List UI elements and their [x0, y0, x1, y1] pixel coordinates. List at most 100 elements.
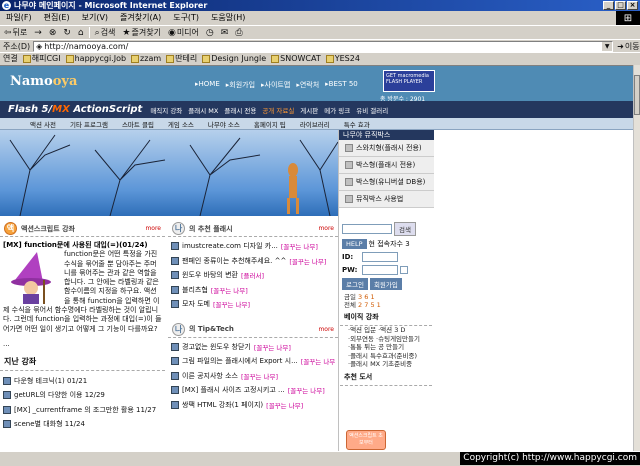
link-item[interactable]: 해피CGI — [22, 53, 61, 64]
book-promo[interactable]: 액션스크립트 초보부터 — [346, 430, 386, 450]
nav-sitemap[interactable]: ▸사이트맵 — [261, 80, 290, 90]
music-box-item[interactable]: 박스형(유니버셜 DB용) — [339, 174, 434, 191]
list-item[interactable]: imustcreate.com 디자일 카... [꼴꾸는 나무] — [171, 239, 335, 254]
music-box-item[interactable]: 뮤직박스 사용법 — [339, 191, 434, 208]
list-item[interactable]: scene별 대화형 11/24 — [3, 417, 162, 432]
favorites-button[interactable]: ★ 즐겨찾기 — [120, 27, 163, 39]
nav-join[interactable]: ▸회원가입 — [226, 80, 255, 90]
list-item[interactable]: 다운형 테크닉(1) 01/21 — [3, 373, 162, 388]
window-title: 나무야 메인페이지 - Microsoft Internet Explorer — [14, 1, 208, 10]
recommend-column: 나 의 추천 플래시 more imustcreate.com 디자일 카...… — [168, 221, 338, 451]
music-box-item[interactable]: 스와치형(플래시 전용) — [339, 140, 434, 157]
list-item[interactable]: [MX] _currentframe 의 조그만한 활용 11/27 — [3, 402, 162, 417]
list-item[interactable]: 모자 도메 [꼴꾸는 나무] — [171, 297, 335, 312]
article-title[interactable]: [MX] function문에 사용된 대입(=)(01/24) — [3, 241, 162, 250]
menu-edit[interactable]: 편집(E) — [44, 12, 70, 23]
sub-nav-item[interactable]: 액션 사전 — [30, 119, 56, 129]
sub-nav-item[interactable]: 게임 소스 — [168, 119, 194, 129]
nav2-item[interactable]: 매직지 강좌 — [150, 105, 182, 115]
print-button[interactable]: ⎙ — [233, 27, 244, 39]
media-button[interactable]: ◉ 미디어 — [166, 27, 201, 39]
list-item[interactable]: 쌍팩 HTML 강좌(1 페이지) [꼴꾸는 나무] — [171, 398, 335, 413]
menu-file[interactable]: 파일(F) — [6, 12, 32, 23]
join-button[interactable]: 회원가입 — [369, 278, 402, 290]
nav-contact[interactable]: ▸연락처 — [296, 80, 319, 90]
nav-home[interactable]: ▸HOME — [195, 80, 220, 90]
login-button[interactable]: 로그인 — [342, 278, 368, 290]
address-dropdown-icon[interactable]: ▼ — [602, 41, 613, 51]
nav-best[interactable]: ▸BEST 50 — [325, 80, 358, 90]
remember-checkbox[interactable] — [400, 266, 408, 274]
scrollbar-thumb[interactable] — [634, 75, 640, 115]
music-icon — [345, 195, 353, 203]
stop-button[interactable]: ⊗ — [47, 27, 59, 39]
doc-icon — [3, 376, 11, 385]
page-content: Namooya ▸HOME ▸회원가입 ▸사이트맵 ▸연락처 ▸BEST 50 … — [0, 65, 633, 451]
more-link[interactable]: more — [145, 225, 161, 232]
site-search-button[interactable]: 검색 — [394, 222, 416, 236]
link-item[interactable]: zzam — [131, 54, 161, 63]
site-logo[interactable]: Namooya — [10, 74, 77, 89]
forward-button[interactable]: → — [32, 27, 44, 39]
toolbar-separator — [88, 27, 90, 38]
refresh-button[interactable]: ↻ — [61, 27, 73, 39]
menu-favorites[interactable]: 즐겨찾기(A) — [120, 12, 161, 23]
tiptech-section-header: 나 의 Tip&Tech more — [168, 322, 338, 338]
link-item[interactable]: happycgi.Job — [65, 54, 126, 63]
link-item[interactable]: Design Jungle — [202, 54, 266, 63]
link-item[interactable]: SNOWCAT — [271, 54, 321, 63]
course-link[interactable]: ·외부연동 ·슈팅게임만들기 — [348, 335, 432, 344]
history-button[interactable]: ◷ — [204, 27, 216, 39]
nav2-item-active[interactable]: 공개 자료실 — [262, 105, 294, 115]
id-field[interactable] — [362, 252, 398, 262]
site-search-input[interactable] — [342, 224, 392, 234]
menu-view[interactable]: 보기(V) — [82, 12, 108, 23]
password-field[interactable] — [362, 265, 398, 275]
flash-player-badge[interactable]: GET macromedia FLASH PLAYER — [383, 70, 435, 92]
list-item[interactable]: getURL의 다양한 이용 12/29 — [3, 388, 162, 403]
list-item[interactable]: 블리츠협 [꼴꾸는 나무] — [171, 283, 335, 298]
link-item[interactable]: 딴테리 — [166, 53, 197, 64]
music-box-item[interactable]: 박스형(플래시 전용) — [339, 157, 434, 174]
back-button[interactable]: ⇦ 뒤로 — [2, 27, 29, 39]
menu-help[interactable]: 도움말(H) — [211, 12, 245, 23]
nav2-item[interactable]: 메가 링크 — [324, 105, 350, 115]
nav2-item[interactable]: 유비 갤러리 — [356, 105, 388, 115]
list-item[interactable]: 그림 파일의는 플래시에서 Export 시... [꼴꾸는 나무] — [171, 354, 335, 369]
vertical-scrollbar[interactable] — [633, 65, 640, 451]
course-link[interactable]: ·액션 입문 ·액션 3 D — [348, 326, 432, 335]
more-link[interactable]: more — [318, 225, 334, 232]
course-link[interactable]: ·통통 튀는 공 만들기 — [348, 343, 432, 352]
close-button[interactable]: × — [627, 1, 638, 10]
list-item[interactable]: 경고없는 윈도우 창닫기 [꼴꾸는 나무] — [171, 340, 335, 355]
course-link[interactable]: ·플래시 MX 기초준비중 — [348, 360, 432, 369]
sub-nav-item[interactable]: 라이브러리 — [300, 119, 330, 129]
list-item[interactable]: [MX] 플래시 사이즈 고정시키고 ... [꼴꾸는 나무] — [171, 383, 335, 398]
go-button[interactable]: ➜ 이동 — [617, 41, 639, 52]
sub-nav-item[interactable]: 기타 프로그램 — [70, 119, 108, 129]
home-button[interactable]: ⌂ — [76, 27, 86, 39]
nav2-item[interactable]: 플래시 MX — [188, 105, 218, 115]
recommend-section-header: 나 의 추천 플래시 more — [168, 221, 338, 237]
maximize-button[interactable]: □ — [615, 1, 626, 10]
nav2-item[interactable]: 게시판 — [300, 105, 318, 115]
menu-tools[interactable]: 도구(T) — [173, 12, 199, 23]
sub-nav-item[interactable]: 특수 효과 — [344, 119, 370, 129]
sub-nav-item[interactable]: 나무야 소스 — [208, 119, 240, 129]
mail-button[interactable]: ✉ — [219, 27, 231, 39]
nav2-item[interactable]: 플래시 전용 — [224, 105, 256, 115]
list-item[interactable]: 팬페인 종류이는 추천해주세요. ^^ [꼴꾸는 나무] — [171, 254, 335, 269]
help-button[interactable]: HELP — [342, 239, 367, 249]
address-input[interactable]: ◈ http://namooya.com/ ▼ — [33, 40, 614, 52]
list-item[interactable]: 윈도우 바탕의 변환 [플러서] — [171, 268, 335, 283]
sub-nav-item[interactable]: 홈페이지 팁 — [254, 119, 286, 129]
link-item[interactable]: YES24 — [325, 54, 360, 63]
stop-icon: ⊗ — [48, 27, 57, 38]
list-item[interactable]: 이른 공지사항 소스 [꼴꾸는 나무] — [171, 369, 335, 384]
help-row: HELP 현 접속자수 3 — [342, 239, 430, 249]
minimize-button[interactable]: _ — [603, 1, 614, 10]
search-button[interactable]: ⌕ 검색 — [93, 27, 118, 39]
sub-nav-item[interactable]: 스마트 클립 — [122, 119, 154, 129]
na-badge-icon: 나 — [172, 222, 185, 235]
more-link[interactable]: more — [318, 326, 334, 333]
